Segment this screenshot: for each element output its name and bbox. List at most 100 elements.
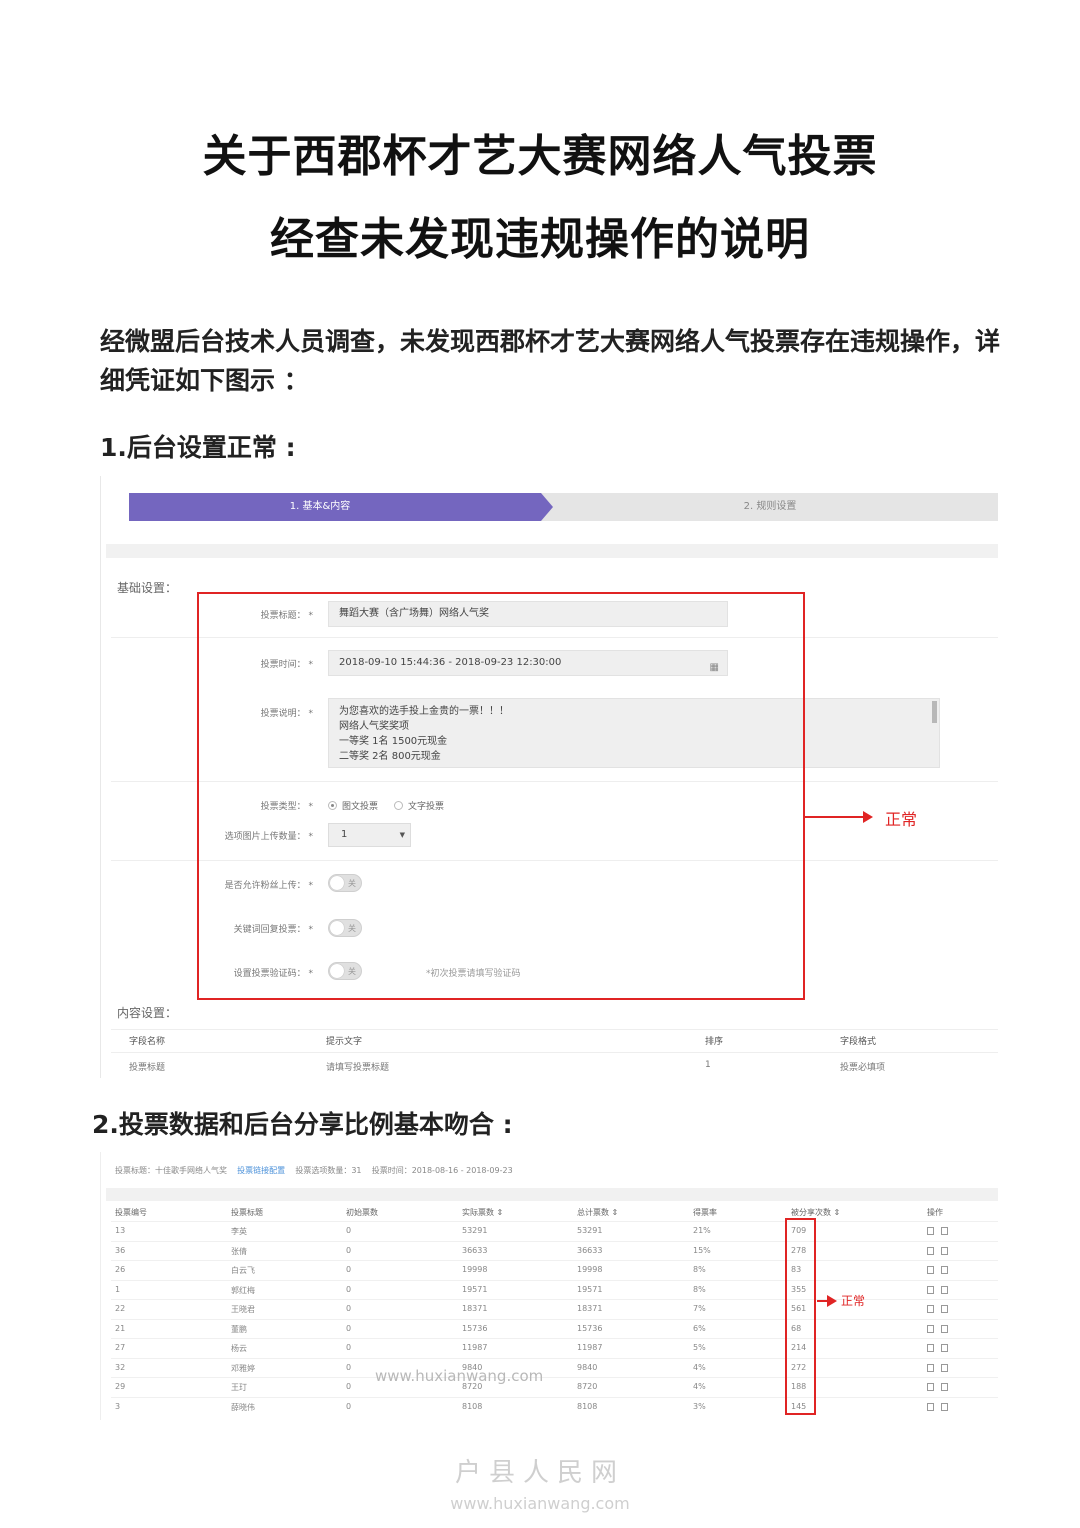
table-cell: 53291 <box>462 1226 488 1235</box>
table-cell: 杨云 <box>231 1344 247 1353</box>
table-cell: 1 <box>705 1060 711 1070</box>
annotation-arrow <box>817 1295 837 1307</box>
export-icon[interactable] <box>941 1285 948 1294</box>
table-cell: 投票标题 <box>129 1063 166 1073</box>
table-cell: 19571 <box>462 1284 488 1294</box>
table-cell: 5% <box>693 1343 706 1352</box>
row-divider <box>111 1029 998 1030</box>
stats-option-count: 投票选项数量：31 <box>295 1166 362 1175</box>
table-header: 得票率 <box>693 1208 717 1217</box>
export-icon[interactable] <box>941 1402 948 1411</box>
edit-icon[interactable] <box>927 1227 934 1235</box>
table-cell: 15736 <box>577 1323 603 1333</box>
table-cell: 36633 <box>577 1245 603 1255</box>
table-cell: 薛晓伟 <box>231 1402 255 1412</box>
export-icon[interactable] <box>941 1344 948 1352</box>
table-cell: 0 <box>346 1245 352 1255</box>
table-cell: 29 <box>115 1382 126 1391</box>
row-divider <box>111 1338 998 1339</box>
edit-icon[interactable] <box>927 1305 934 1313</box>
step-1-tab[interactable]: 1. 基本&内容 <box>129 493 553 521</box>
table-cell: 0 <box>346 1362 352 1372</box>
export-icon[interactable] <box>941 1363 948 1372</box>
table-cell: 0 <box>346 1265 352 1274</box>
table-cell: 32 <box>115 1362 126 1372</box>
table-cell: 8720 <box>577 1382 598 1391</box>
edit-icon[interactable] <box>927 1266 934 1274</box>
export-icon[interactable] <box>941 1383 948 1391</box>
table-cell: 0 <box>346 1401 352 1411</box>
row-divider <box>111 1260 998 1261</box>
table-cell: 21% <box>693 1226 711 1235</box>
table-cell: 白云飞 <box>231 1266 255 1275</box>
stats-top-info: 投票标题：十佳歌手网络人气奖 投票链接配置 投票选项数量：31 投票时间：201… <box>115 1165 513 1176</box>
export-icon[interactable] <box>941 1324 948 1333</box>
textarea-scrollbar[interactable] <box>932 701 937 723</box>
table-cell: 请填写投票标题 <box>326 1063 390 1073</box>
edit-icon[interactable] <box>927 1324 934 1333</box>
sort-share-count[interactable]: 被分享次数 ⇕ <box>791 1207 840 1218</box>
annotation-arrow <box>805 811 873 823</box>
table-cell: 22 <box>115 1304 126 1313</box>
export-icon[interactable] <box>941 1305 948 1313</box>
table-header: 提示文字 <box>326 1037 363 1047</box>
table-cell: 36 <box>115 1245 126 1255</box>
table-cell: 15% <box>693 1245 711 1255</box>
table-cell: 董鹏 <box>231 1324 247 1334</box>
table-cell: 11987 <box>462 1343 488 1352</box>
sort-total-votes[interactable]: 总计票数 ⇕ <box>577 1207 618 1218</box>
row-divider <box>111 1279 998 1281</box>
table-cell: 3% <box>693 1401 706 1411</box>
table-cell: 27 <box>115 1343 126 1352</box>
table-cell: 8% <box>693 1284 706 1294</box>
table-cell: 3 <box>115 1401 121 1411</box>
table-cell: 8108 <box>462 1401 483 1411</box>
table-cell: 8108 <box>577 1401 598 1411</box>
annotation-normal-label: 正常 <box>841 1294 866 1308</box>
settings-screenshot: 1. 基本&内容 2. 规则设置 基础设置： 投票标题： * 舞蹈大赛（含广场舞… <box>100 476 998 1078</box>
table-cell: 26 <box>115 1265 126 1274</box>
stats-vote-time: 投票时间：2018-08-16 - 2018-09-23 <box>371 1166 513 1175</box>
table-cell: 0 <box>346 1382 352 1391</box>
table-cell: 李英 <box>231 1227 247 1236</box>
table-header: 字段名称 <box>129 1037 166 1047</box>
divider-bar <box>106 1188 998 1201</box>
document-title-line1: 关于西郡杯才艺大赛网络人气投票 <box>202 131 878 182</box>
step-progress-bar: 1. 基本&内容 2. 规则设置 <box>129 493 998 521</box>
edit-icon[interactable] <box>927 1344 934 1352</box>
footer-url: www.huxianwang.com <box>450 1494 630 1513</box>
edit-icon[interactable] <box>927 1363 934 1372</box>
table-cell: 0 <box>346 1323 352 1333</box>
export-icon[interactable] <box>941 1266 948 1274</box>
row-divider <box>111 1318 998 1320</box>
table-cell: 11987 <box>577 1343 603 1352</box>
row-divider <box>111 1221 998 1222</box>
export-icon[interactable] <box>941 1227 948 1235</box>
stats-link[interactable]: 投票链接配置 <box>237 1166 285 1175</box>
export-icon[interactable] <box>941 1246 948 1255</box>
annotation-box <box>785 1218 816 1415</box>
annotation-box <box>197 592 805 1000</box>
table-header: 操作 <box>927 1208 943 1217</box>
edit-icon[interactable] <box>927 1246 934 1255</box>
row-divider <box>111 1357 998 1359</box>
step-2-tab[interactable]: 2. 规则设置 <box>541 493 998 521</box>
table-cell: 郭红梅 <box>231 1285 255 1295</box>
edit-icon[interactable] <box>927 1285 934 1294</box>
table-header: 排序 <box>705 1037 724 1047</box>
table-cell: 21 <box>115 1323 126 1333</box>
table-cell: 36633 <box>462 1245 488 1255</box>
annotation-normal-label: 正常 <box>885 810 918 829</box>
table-cell: 0 <box>346 1343 352 1352</box>
edit-icon[interactable] <box>927 1383 934 1391</box>
section-heading-2: 2.投票数据和后台分享比例基本吻合 : <box>92 1110 513 1139</box>
table-header: 初始票数 <box>346 1208 378 1217</box>
table-cell: 13 <box>115 1226 126 1235</box>
edit-icon[interactable] <box>927 1402 934 1411</box>
row-divider <box>111 1240 998 1242</box>
basic-settings-label: 基础设置： <box>117 581 178 595</box>
sort-actual-votes[interactable]: 实际票数 ⇕ <box>462 1207 503 1218</box>
table-cell: 19998 <box>577 1265 603 1274</box>
table-header: 投票标题 <box>231 1208 263 1217</box>
table-cell: 王晓君 <box>231 1305 255 1314</box>
